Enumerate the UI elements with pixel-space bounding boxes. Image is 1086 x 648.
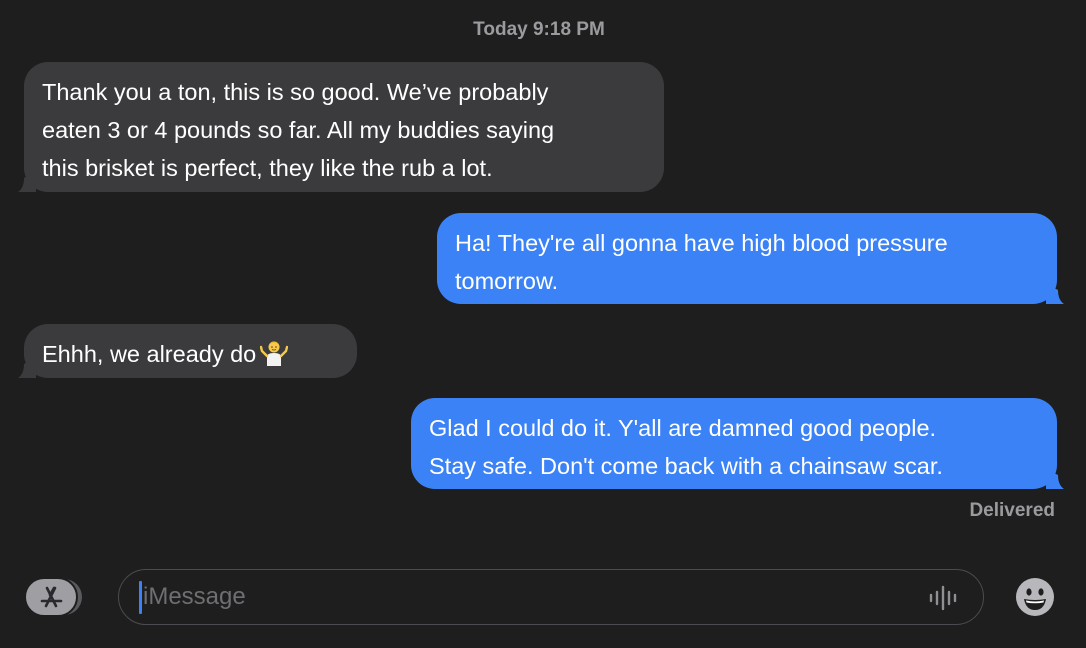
delivery-status: Delivered (969, 500, 1055, 521)
message-line: tomorrow. (455, 268, 559, 294)
message-bubble-sent[interactable]: Glad I could do it. Y'all are damned goo… (411, 398, 1064, 489)
bubble-tail (18, 172, 36, 192)
text-caret (139, 581, 142, 614)
message-line: Stay safe. Don't come back with a chains… (429, 453, 943, 479)
app-store-icon (24, 577, 82, 617)
imessage-input[interactable] (143, 578, 903, 616)
smiley-face-icon (1016, 578, 1054, 616)
message-bubble-sent[interactable]: Ha! They're all gonna have high blood pr… (437, 213, 1064, 304)
bubble-tail (1046, 284, 1064, 304)
bubble-tail (18, 358, 36, 378)
message-line: Glad I could do it. Y'all are damned goo… (429, 415, 937, 441)
app-store-button[interactable] (24, 577, 84, 617)
message-line: Ehhh, we already do (42, 335, 339, 378)
message-line: Ha! They're all gonna have high blood pr… (455, 230, 948, 256)
message-text: Ehhh, we already do (42, 341, 257, 367)
message-composer (118, 569, 984, 625)
person-shrugging-emoji (260, 339, 289, 378)
messages-window: Today 9:18 PM Thank you a ton, this is s… (0, 0, 1086, 648)
message-line: Thank you a ton, this is so good. We’ve … (42, 79, 549, 105)
message-bubble-received[interactable]: Ehhh, we already do (18, 324, 357, 378)
conversation-timestamp: Today 9:18 PM (473, 19, 605, 40)
emoji-picker-button[interactable] (1015, 577, 1055, 617)
bubble-tail (1046, 469, 1064, 489)
waveform-icon[interactable] (927, 584, 961, 612)
message-bubble-received[interactable]: Thank you a ton, this is so good. We’ve … (18, 62, 664, 192)
message-line: this brisket is perfect, they like the r… (42, 155, 493, 181)
message-line: eaten 3 or 4 pounds so far. All my buddi… (42, 117, 555, 143)
